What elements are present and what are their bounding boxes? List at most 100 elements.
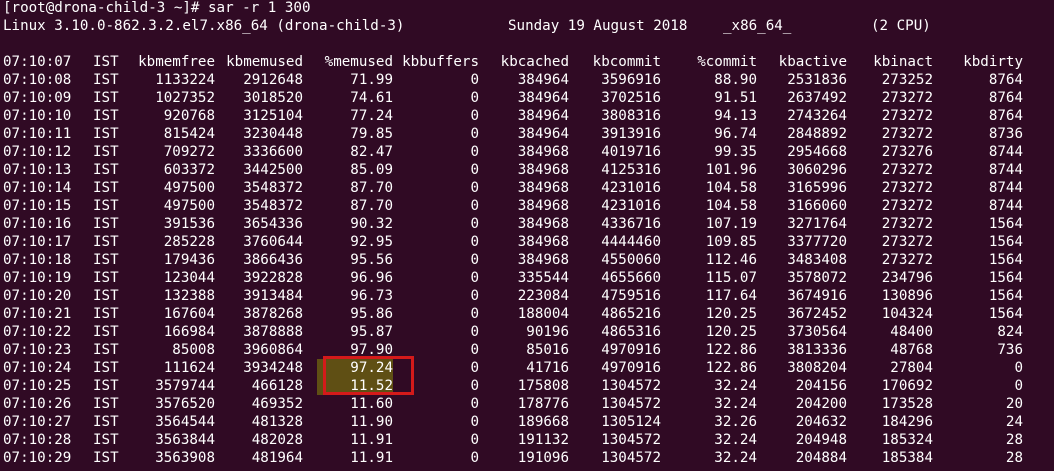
cell-kbinact: 273272	[881, 180, 933, 196]
cell-kbbuffers: 0	[470, 90, 479, 106]
cell-time: 07:10:29	[3, 450, 72, 466]
cell-commit-pct: 91.51	[714, 90, 757, 106]
sar-row: 07:10:17 IST 285228 3760644 92.95 0 384968 4444…	[3, 233, 1054, 251]
cell-kbcached: 384968	[517, 180, 569, 196]
sar-row: 07:10:15 IST 497500 3548372 87.70 0 384968 4231…	[3, 197, 1054, 215]
cell-kbmemused: 3922828	[243, 270, 303, 286]
cell-kbmemfree: 179436	[163, 252, 215, 268]
cell-kbdirty: 28	[1005, 450, 1023, 466]
cell-kbcommit: 1305124	[601, 414, 661, 430]
cell-kbactive: 2531836	[787, 72, 847, 88]
cell-kbcommit: 4970916	[601, 342, 661, 358]
cell-kbmemused: 469352	[251, 396, 303, 412]
cell-kbmemused: 3125104	[243, 108, 303, 124]
header-kbcommit: kbcommit	[592, 54, 661, 70]
cell-kbbuffers: 0	[470, 288, 479, 304]
cell-time: 07:10:14	[3, 180, 72, 196]
cell-kbdirty: 20	[1005, 396, 1023, 412]
cell-memused-pct: 11.91	[350, 432, 393, 448]
sar-row: 07:10:25 IST 3579744 466128 11.52 0 175808 1304…	[3, 377, 1054, 395]
cell-kbcommit: 4655660	[601, 270, 661, 286]
cell-kbmemfree: 132388	[163, 288, 215, 304]
cell-kbdirty: 8744	[988, 144, 1023, 160]
header-tz: IST	[93, 54, 119, 70]
cell-kbcached: 384964	[517, 108, 569, 124]
cell-kbactive: 3166060	[787, 198, 847, 214]
cell-kbactive: 204884	[795, 450, 847, 466]
cell-kbcached: 384968	[517, 198, 569, 214]
cell-kbactive: 3377720	[787, 234, 847, 250]
cell-kbdirty: 24	[1005, 414, 1023, 430]
cell-kbbuffers: 0	[470, 180, 479, 196]
sar-row: 07:10:22 IST 166984 3878888 95.87 0 90196 48653…	[3, 323, 1054, 341]
cell-tz: IST	[93, 144, 119, 160]
cell-kbmemused: 3548372	[243, 198, 303, 214]
cell-kbinact: 170692	[881, 378, 933, 394]
cell-kbmemused: 3866436	[243, 252, 303, 268]
cell-tz: IST	[93, 396, 119, 412]
cell-kbcommit: 3913916	[601, 126, 661, 142]
cell-kbactive: 204200	[795, 396, 847, 412]
header-kbcached: kbcached	[500, 54, 569, 70]
cell-kbmemfree: 497500	[163, 180, 215, 196]
cell-kbmemused: 3018520	[243, 90, 303, 106]
terminal-window[interactable]: [root@drona-child-3 ~]# sar -r 1 300 Lin…	[3, 0, 1054, 467]
cell-kbcached: 175808	[517, 378, 569, 394]
sar-row: 07:10:19 IST 123044 3922828 96.96 0 335544 4655…	[3, 269, 1054, 287]
cell-tz: IST	[93, 306, 119, 322]
cell-kbcached: 384968	[517, 252, 569, 268]
cell-kbdirty: 1564	[988, 234, 1023, 250]
sar-row: 07:10:14 IST 497500 3548372 87.70 0 384968 4231…	[3, 179, 1054, 197]
cell-kbdirty: 736	[997, 342, 1023, 358]
cell-time: 07:10:24	[3, 360, 72, 376]
cell-kbbuffers: 0	[470, 198, 479, 214]
cell-tz: IST	[93, 450, 119, 466]
cell-kbdirty: 8764	[988, 90, 1023, 106]
cell-kbmemused: 482028	[251, 432, 303, 448]
header-kbmemused: kbmemused	[226, 54, 303, 70]
cell-kbinact: 130896	[881, 288, 933, 304]
cell-kbdirty: 8764	[988, 72, 1023, 88]
cell-kbcached: 189668	[517, 414, 569, 430]
cell-kbactive: 3060296	[787, 162, 847, 178]
column-header-row: 07:10:07 IST kbmemfree kbmemused %memused kbb…	[3, 53, 1054, 71]
cell-kbdirty: 1564	[988, 252, 1023, 268]
cell-kbcommit: 4550060	[601, 252, 661, 268]
cell-commit-pct: 122.86	[705, 360, 757, 376]
cell-kbmemfree: 603372	[163, 162, 215, 178]
cell-kbcached: 188004	[517, 306, 569, 322]
cell-kbcached: 41716	[526, 360, 569, 376]
cell-memused-pct: 79.85	[350, 126, 393, 142]
sar-row: 07:10:29 IST 3563908 481964 11.91 0 191096 1304…	[3, 449, 1054, 467]
cell-kbbuffers: 0	[470, 144, 479, 160]
cell-time: 07:10:25	[3, 378, 72, 394]
cell-kbactive: 204156	[795, 378, 847, 394]
cell-memused-pct: 87.70	[350, 180, 393, 196]
sar-row: 07:10:21 IST 167604 3878268 95.86 0 188004 4865…	[3, 305, 1054, 323]
sar-row: 07:10:23 IST 85008 3960864 97.90 0 85016 497091…	[3, 341, 1054, 359]
cell-kbdirty: 0	[1014, 378, 1023, 394]
cell-kbactive: 3808204	[787, 360, 847, 376]
cell-kbinact: 27804	[890, 360, 933, 376]
cell-kbbuffers: 0	[470, 126, 479, 142]
cell-commit-pct: 99.35	[714, 144, 757, 160]
cell-kbmemfree: 497500	[163, 198, 215, 214]
cell-kbcommit: 3808316	[601, 108, 661, 124]
cell-kbdirty: 824	[997, 324, 1023, 340]
cell-time: 07:10:17	[3, 234, 72, 250]
cell-time: 07:10:11	[3, 126, 72, 142]
cell-kbinact: 273272	[881, 198, 933, 214]
sar-row: 07:10:28 IST 3563844 482028 11.91 0 191132 1304…	[3, 431, 1054, 449]
cell-time: 07:10:19	[3, 270, 72, 286]
cell-kbbuffers: 0	[470, 108, 479, 124]
cell-kbcommit: 1304572	[601, 432, 661, 448]
cell-kbdirty: 8764	[988, 108, 1023, 124]
cell-kbcommit: 4019716	[601, 144, 661, 160]
cell-kbcached: 335544	[517, 270, 569, 286]
cell-tz: IST	[93, 198, 119, 214]
cell-commit-pct: 104.58	[705, 198, 757, 214]
sar-row: 07:10:09 IST 1027352 3018520 74.61 0 384964 370…	[3, 89, 1054, 107]
cell-kbinact: 173528	[881, 396, 933, 412]
cell-kbbuffers: 0	[470, 234, 479, 250]
cell-commit-pct: 32.24	[714, 432, 757, 448]
